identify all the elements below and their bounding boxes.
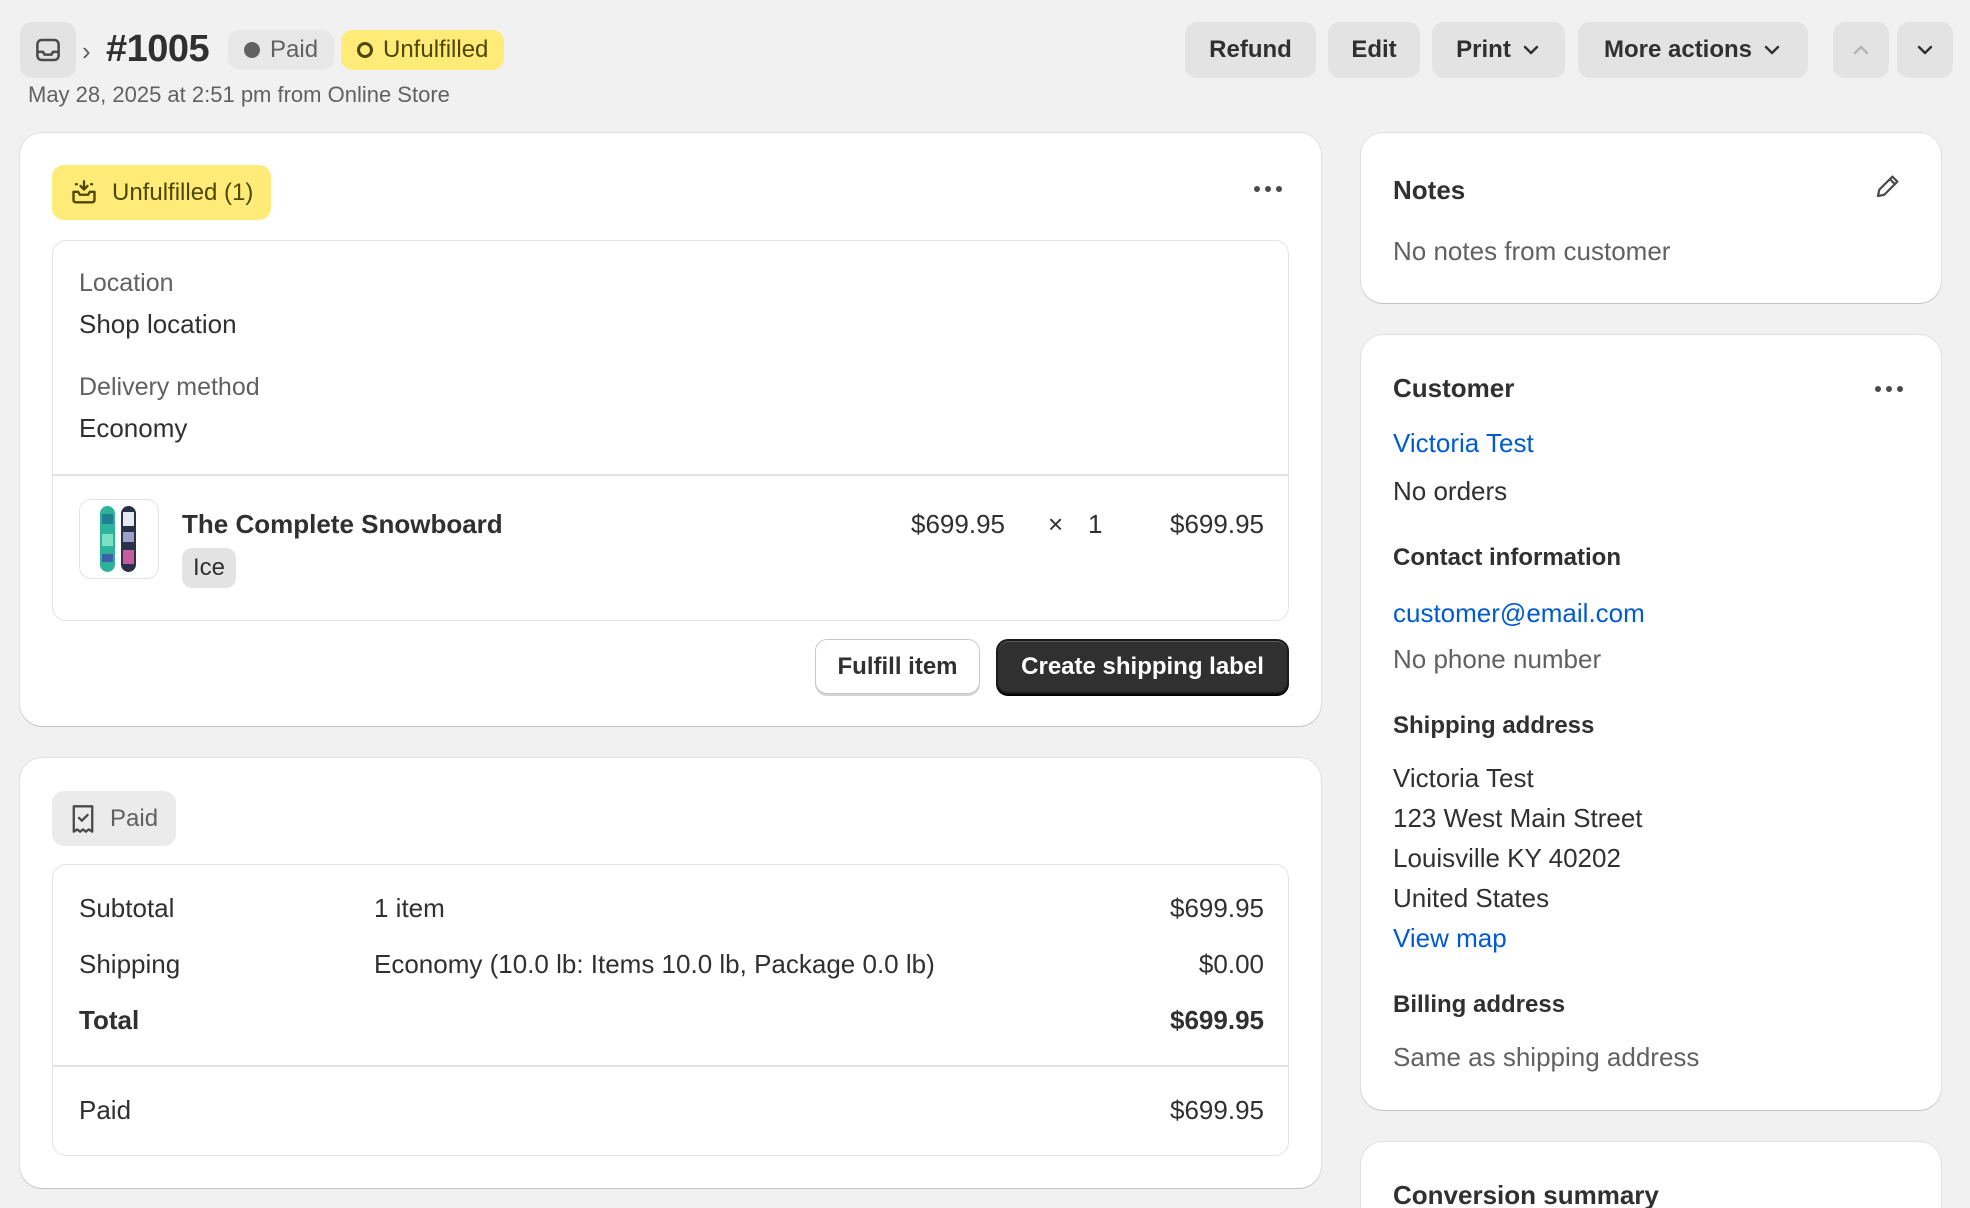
- shipping-amount: $0.00: [1198, 949, 1264, 979]
- next-order-button[interactable]: [1897, 22, 1953, 78]
- unfulfilled-badge-label: Unfulfilled (1): [112, 178, 254, 206]
- more-actions-label: More actions: [1603, 36, 1753, 63]
- total-label: Total: [79, 1005, 140, 1035]
- fulfillment-more-icon[interactable]: [1254, 186, 1282, 192]
- unit-price: $699.95: [911, 509, 1005, 539]
- billing-address-text: Same as shipping address: [1393, 1042, 1700, 1072]
- notes-text: No notes from customer: [1393, 236, 1671, 266]
- customer-phone: No phone number: [1393, 644, 1602, 674]
- location-value: Shop location: [79, 309, 237, 339]
- address-line: United States: [1393, 883, 1550, 913]
- customer-orders: No orders: [1393, 476, 1508, 506]
- print-button[interactable]: Print: [1432, 22, 1565, 78]
- customer-title: Customer: [1393, 373, 1515, 403]
- quantity: 1: [1088, 509, 1103, 539]
- paid-label: Paid: [79, 1095, 132, 1125]
- multiply-sign: ×: [1048, 509, 1064, 539]
- address-line: 123 West Main Street: [1393, 803, 1643, 833]
- previous-order-button[interactable]: [1833, 22, 1889, 78]
- refund-button[interactable]: Refund: [1185, 22, 1316, 78]
- inbox-icon: [33, 35, 63, 65]
- product-thumbnail[interactable]: [79, 499, 159, 579]
- orders-breadcrumb-button[interactable]: [20, 22, 76, 78]
- payment-status-badge: Paid: [228, 30, 335, 70]
- subtotal-amount: $699.95: [1170, 893, 1264, 923]
- chevron-down-icon: [1521, 40, 1541, 60]
- divider: [53, 1065, 1288, 1067]
- paid-badge: Paid: [52, 791, 177, 846]
- customer-name-link[interactable]: Victoria Test: [1393, 428, 1534, 459]
- shipping-label: Shipping: [79, 949, 181, 979]
- more-actions-button[interactable]: More actions: [1578, 22, 1808, 78]
- chevron-down-icon: [1915, 40, 1935, 60]
- payment-card: Paid Subtotal 1 item $699.95 Shipping Ec…: [20, 758, 1321, 1188]
- subtotal-label: Subtotal: [79, 893, 175, 923]
- chevron-up-icon: [1851, 40, 1871, 60]
- create-shipping-label-label: Create shipping label: [1021, 652, 1264, 680]
- fulfillment-card: Unfulfilled (1) Location Shop location D…: [20, 133, 1321, 726]
- snowboard-image: [100, 506, 136, 572]
- conversion-summary-card: Conversion summary: [1361, 1142, 1941, 1208]
- shipping-detail: Economy (10.0 lb: Items 10.0 lb, Package…: [374, 949, 935, 979]
- customer-card: Customer Victoria Test No orders Contact…: [1361, 335, 1941, 1110]
- contact-information-title: Contact information: [1393, 544, 1621, 571]
- shipping-address-title: Shipping address: [1393, 712, 1595, 739]
- refund-button-label: Refund: [1209, 36, 1292, 63]
- line-total: $699.95: [1170, 509, 1264, 539]
- edit-button[interactable]: Edit: [1328, 22, 1420, 78]
- paid-badge-label: Paid: [110, 804, 159, 832]
- notes-title: Notes: [1393, 175, 1466, 205]
- order-subtitle: May 28, 2025 at 2:51 pm from Online Stor…: [28, 82, 450, 107]
- receipt-icon: [70, 804, 96, 834]
- payment-status-label: Paid: [270, 36, 319, 63]
- total-amount: $699.95: [1170, 1005, 1264, 1035]
- chevron-down-icon: [1762, 40, 1782, 60]
- filled-dot-icon: [244, 42, 260, 58]
- customer-more-icon[interactable]: [1875, 386, 1903, 392]
- ring-icon: [357, 42, 373, 58]
- delivery-method-value: Economy: [79, 413, 188, 443]
- conversion-summary-title: Conversion summary: [1393, 1180, 1659, 1208]
- page-header: › #1005 Paid Unfulfilled Refund Edit Pri…: [20, 22, 1953, 78]
- fulfillment-details: Location Shop location Delivery method E…: [52, 240, 1289, 621]
- order-number: #1005: [106, 28, 210, 70]
- create-shipping-label-button[interactable]: Create shipping label: [996, 639, 1289, 694]
- address-line: Louisville KY 40202: [1393, 843, 1621, 873]
- divider: [53, 474, 1288, 476]
- delivery-method-label: Delivery method: [79, 373, 260, 401]
- subtotal-detail: 1 item: [374, 893, 445, 923]
- edit-button-label: Edit: [1351, 36, 1397, 63]
- notes-card: Notes No notes from customer: [1361, 133, 1941, 303]
- variant-badge: Ice: [182, 548, 237, 588]
- fulfillment-status-badge: Unfulfilled: [341, 30, 505, 70]
- fulfill-item-button[interactable]: Fulfill item: [815, 639, 980, 694]
- unfulfilled-icon: [70, 179, 98, 207]
- view-map-link[interactable]: View map: [1393, 923, 1507, 954]
- billing-address-title: Billing address: [1393, 991, 1566, 1018]
- paid-amount: $699.95: [1170, 1095, 1264, 1125]
- pencil-icon[interactable]: [1873, 171, 1903, 201]
- customer-email-link[interactable]: customer@email.com: [1393, 598, 1645, 629]
- address-line: Victoria Test: [1393, 763, 1534, 793]
- print-button-label: Print: [1456, 36, 1511, 63]
- breadcrumb-chevron-icon: ›: [82, 36, 91, 66]
- fulfillment-status-label: Unfulfilled: [383, 36, 489, 63]
- product-name-link[interactable]: The Complete Snowboard: [182, 509, 503, 540]
- unfulfilled-badge: Unfulfilled (1): [52, 165, 272, 220]
- location-label: Location: [79, 269, 174, 297]
- payment-summary: Subtotal 1 item $699.95 Shipping Economy…: [52, 864, 1289, 1156]
- fulfill-item-label: Fulfill item: [837, 652, 958, 680]
